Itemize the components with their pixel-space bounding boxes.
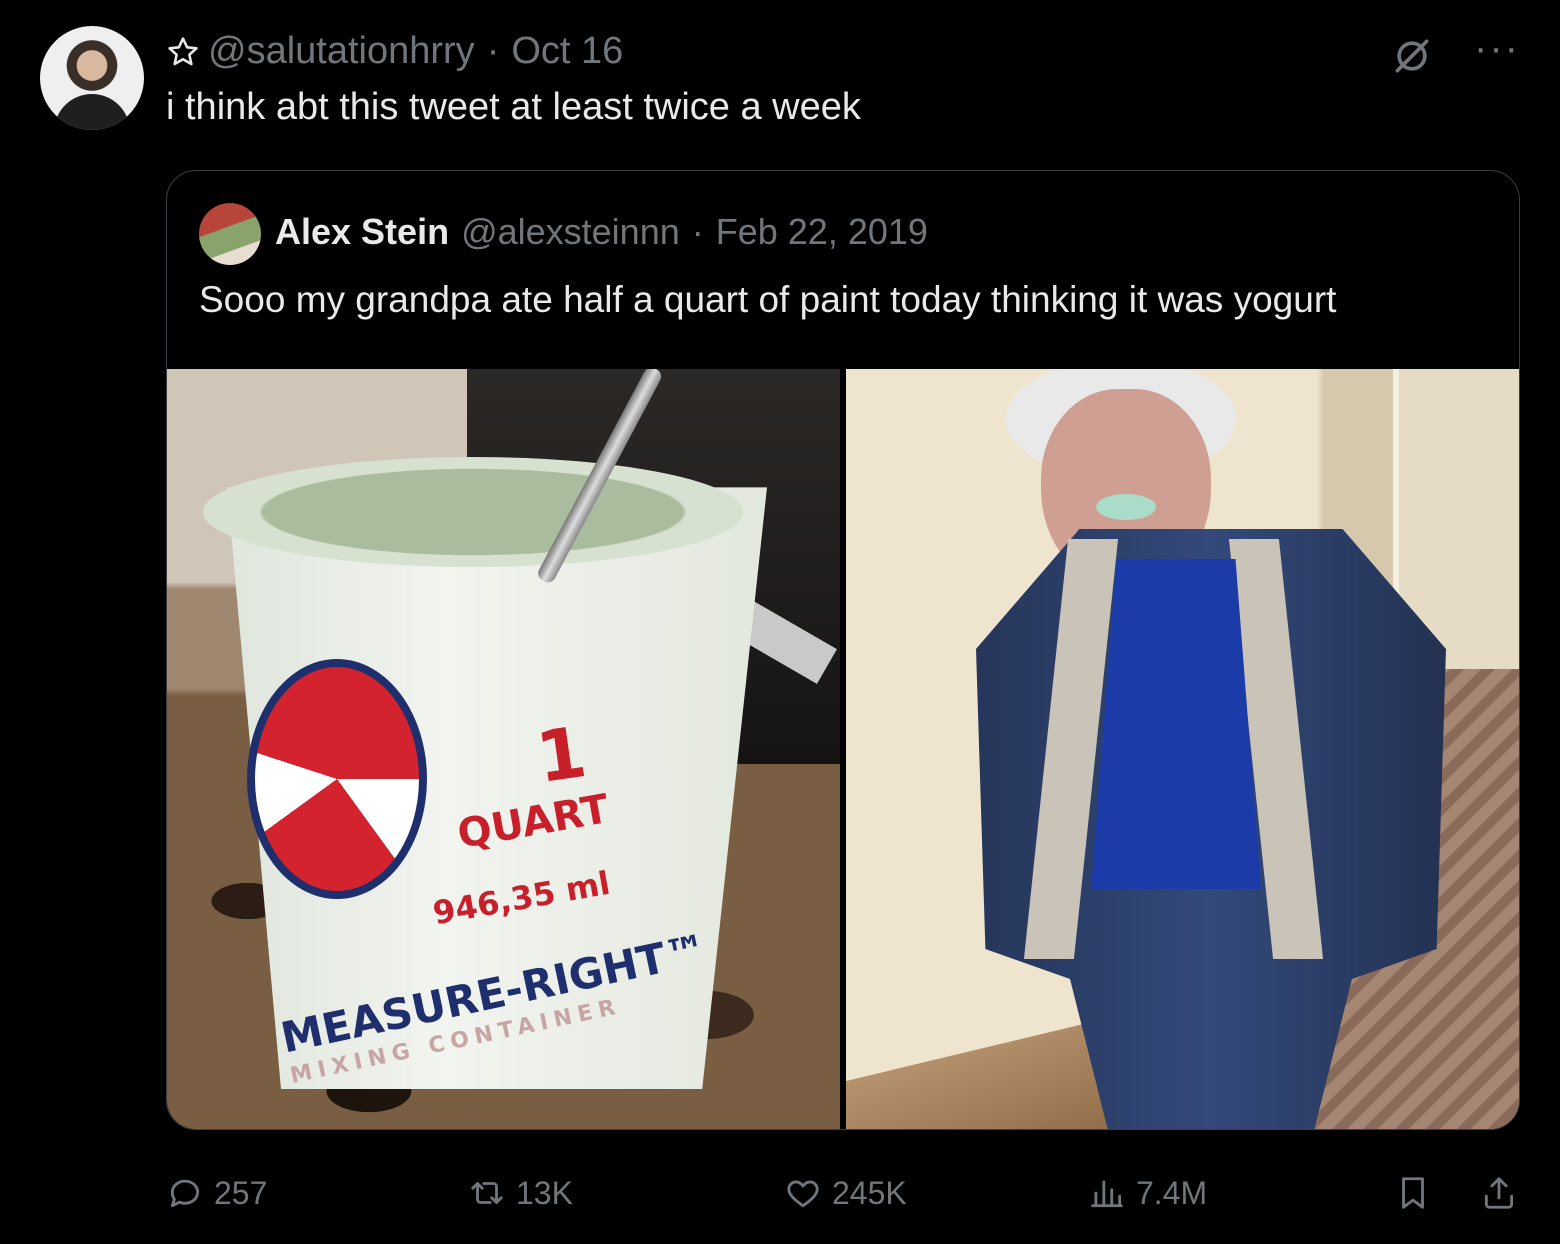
- quoted-handle[interactable]: @alexsteinnn: [461, 211, 680, 253]
- quoted-name[interactable]: Alex Stein: [275, 211, 449, 253]
- quoted-avatar[interactable]: [199, 203, 261, 265]
- views-button[interactable]: 7.4M: [1088, 1174, 1207, 1212]
- top-actions: ···: [1390, 28, 1520, 78]
- share-icon: [1484, 1177, 1514, 1209]
- paint-bucket-rim: [203, 457, 743, 567]
- like-icon: [787, 1180, 819, 1208]
- separator: ·: [691, 211, 704, 252]
- more-icon[interactable]: ···: [1474, 28, 1520, 68]
- quoted-header: Alex Stein @alexsteinnn · Feb 22, 2019: [275, 211, 928, 253]
- views-icon: [1091, 1180, 1123, 1208]
- photo-paint-bucket[interactable]: 1 QUART 946,35 ml MEASURE-RIGHT™ MIXING …: [167, 369, 840, 1129]
- reply-button[interactable]: 257: [166, 1174, 267, 1212]
- share-button[interactable]: [1480, 1174, 1518, 1212]
- tweet-handle[interactable]: @salutationhrry: [208, 30, 475, 73]
- bookmark-button[interactable]: [1394, 1174, 1432, 1212]
- quoted-tweet[interactable]: Alex Stein @alexsteinnn · Feb 22, 2019 S…: [166, 170, 1520, 1130]
- man-mouth-paint: [1096, 494, 1156, 520]
- tweet-header: @salutationhrry · Oct 16: [166, 30, 623, 73]
- retweet-icon: [471, 1182, 503, 1204]
- tweet-date[interactable]: Oct 16: [511, 30, 623, 73]
- like-count: 245K: [832, 1174, 907, 1211]
- retweet-count: 13K: [516, 1174, 573, 1211]
- views-count: 7.4M: [1136, 1174, 1208, 1211]
- separator: ·: [486, 30, 500, 72]
- avatar[interactable]: [40, 26, 144, 130]
- photo-grandpa[interactable]: [846, 369, 1519, 1129]
- no-edit-icon[interactable]: [1390, 34, 1434, 78]
- photo-grid: 1 QUART 946,35 ml MEASURE-RIGHT™ MIXING …: [167, 369, 1519, 1129]
- retweet-button[interactable]: 13K: [468, 1174, 573, 1212]
- man-shirt: [1091, 559, 1261, 889]
- reply-icon: [170, 1179, 200, 1208]
- bookmark-icon: [1402, 1177, 1424, 1209]
- like-button[interactable]: 245K: [784, 1174, 907, 1212]
- tweet-text: i think abt this tweet at least twice a …: [166, 86, 861, 128]
- star-icon: [168, 36, 198, 65]
- bucket-logo: [247, 659, 427, 899]
- avatar-shoulders: [54, 94, 130, 130]
- tweet[interactable]: @salutationhrry · Oct 16 i think abt thi…: [0, 0, 1560, 1244]
- reply-count: 257: [214, 1174, 268, 1211]
- action-bar: 257 13K 245K 7.4M: [166, 1168, 1520, 1218]
- quoted-date[interactable]: Feb 22, 2019: [716, 211, 928, 253]
- quoted-text: Sooo my grandpa ate half a quart of pain…: [199, 279, 1337, 320]
